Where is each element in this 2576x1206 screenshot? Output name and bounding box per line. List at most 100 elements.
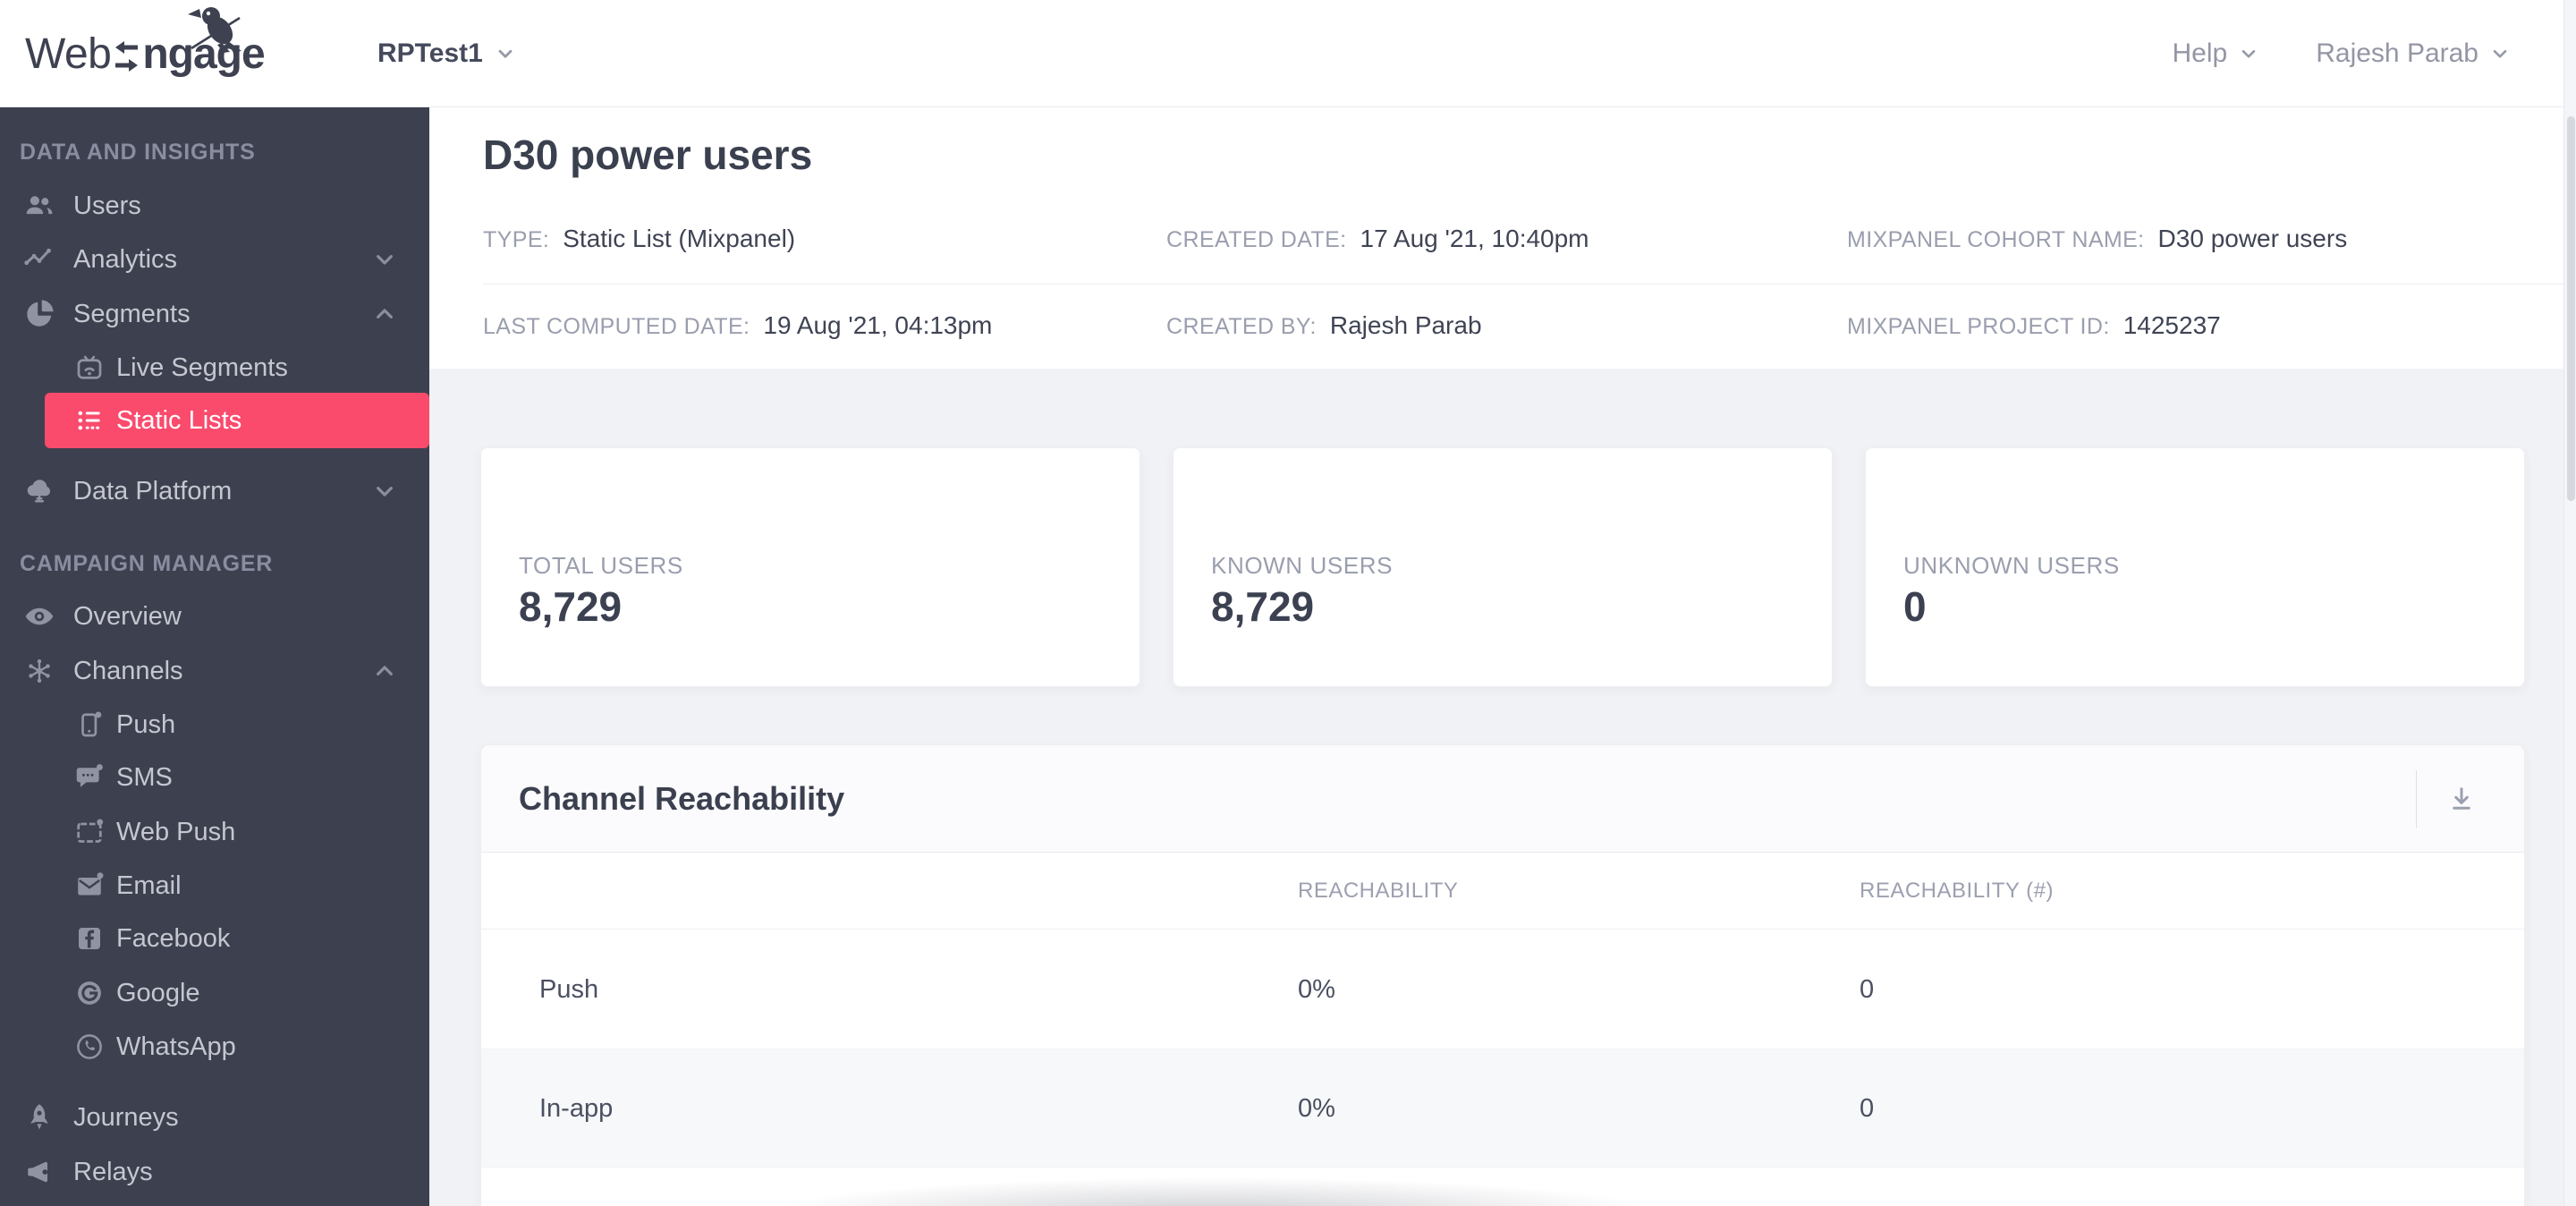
relays-megaphone-icon — [23, 1156, 55, 1188]
meta-value: D30 power users — [2157, 225, 2348, 252]
users-icon — [23, 190, 55, 222]
project-switcher[interactable]: RPTest1 — [377, 0, 517, 107]
meta-cohort-name: MIXPANEL COHORT NAME: D30 power users — [1847, 225, 2347, 253]
table-row-push: Push 0% 0 — [481, 930, 2524, 1049]
stat-label: UNKNOWN USERS — [1903, 552, 2120, 579]
user-menu[interactable]: Rajesh Parab — [2316, 38, 2512, 69]
meta-label: CREATED DATE: — [1166, 227, 1347, 252]
table-row-in-app: In-app 0% 0 — [481, 1049, 2524, 1168]
chevron-up-icon — [370, 300, 399, 328]
chevron-down-icon — [2493, 49, 2507, 58]
meta-value: Static List (Mixpanel) — [563, 225, 796, 252]
web-push-browser-icon — [73, 816, 106, 848]
sms-chat-icon — [73, 761, 106, 794]
meta-divider — [483, 284, 2576, 285]
table-row-partial — [481, 1168, 2524, 1206]
sidebar-item-relays[interactable]: Relays — [0, 1145, 429, 1199]
static-lists-icon — [73, 404, 106, 437]
chevron-down-icon — [498, 49, 513, 58]
analytics-icon — [23, 243, 55, 276]
reachability-num: 0 — [1860, 975, 1875, 1004]
email-envelope-icon — [73, 870, 106, 902]
sidebar-item-label: Overview — [73, 602, 182, 631]
reachability-pct: 0% — [1298, 1094, 1335, 1123]
meta-label: TYPE: — [483, 227, 550, 252]
table-column-headers: REACHABILITY REACHABILITY (#) — [481, 853, 2524, 930]
panel-header: Channel Reachability — [481, 745, 2524, 853]
stat-label: TOTAL USERS — [519, 552, 683, 579]
download-button[interactable] — [2436, 774, 2487, 824]
data-platform-cloud-icon — [23, 475, 55, 507]
chevron-down-icon — [2241, 49, 2256, 58]
meta-value: 1425237 — [2123, 311, 2221, 339]
sidebar-item-label: Analytics — [73, 245, 178, 274]
webengage-logo[interactable]: Web ngage — [25, 0, 266, 107]
chevron-down-icon — [370, 245, 399, 274]
sidebar-item-analytics[interactable]: Analytics — [0, 233, 429, 286]
push-phone-icon — [73, 709, 106, 741]
sidebar-item-label: Static Lists — [116, 406, 242, 435]
sidebar-item-whatsapp[interactable]: WhatsApp — [0, 1020, 429, 1074]
content-area: TOTAL USERS 8,729 KNOWN USERS 8,729 UNKN… — [429, 369, 2576, 1206]
stat-value: 0 — [1903, 583, 1927, 630]
meta-value: Rajesh Parab — [1329, 311, 1482, 339]
sidebar-item-label: Web Push — [116, 818, 236, 846]
vertical-divider — [2416, 770, 2417, 828]
topbar: Web ngage RPTest1 Help Rajesh Parab — [0, 0, 2576, 107]
sidebar-item-data-platform[interactable]: Data Platform — [0, 464, 429, 518]
channel-name: In-app — [539, 1094, 614, 1123]
chevron-down-icon — [370, 477, 399, 505]
project-name: RPTest1 — [377, 38, 483, 68]
topbar-right: Help Rajesh Parab — [2173, 0, 2512, 107]
reachability-pct: 0% — [1298, 975, 1335, 1004]
sidebar-item-label: Google — [116, 979, 200, 1007]
sidebar-item-static-lists[interactable]: Static Lists — [45, 393, 429, 448]
download-icon — [2453, 787, 2470, 810]
sidebar-item-label: Email — [116, 871, 182, 900]
meta-value: 17 Aug '21, 10:40pm — [1360, 225, 1589, 252]
journeys-rocket-icon — [23, 1101, 55, 1134]
scrollbar-thumb[interactable] — [2567, 116, 2575, 501]
meta-label: MIXPANEL PROJECT ID: — [1847, 314, 2110, 339]
panel-title: Channel Reachability — [519, 780, 845, 817]
sidebar-item-label: Push — [116, 710, 176, 739]
stat-label: KNOWN USERS — [1211, 552, 1394, 579]
sidebar-item-segments[interactable]: Segments — [0, 287, 429, 341]
sidebar-item-email[interactable]: Email — [0, 859, 429, 913]
meta-project-id: MIXPANEL PROJECT ID: 1425237 — [1847, 311, 2221, 340]
help-menu[interactable]: Help — [2173, 38, 2261, 69]
sidebar-item-web-push[interactable]: Web Push — [0, 805, 429, 859]
stat-value: 8,729 — [519, 583, 623, 630]
facebook-icon — [73, 922, 106, 955]
sidebar-item-label: Relays — [73, 1158, 153, 1186]
meta-last-computed: LAST COMPUTED DATE: 19 Aug '21, 04:13pm — [483, 311, 992, 340]
sidebar-item-label: Channels — [73, 657, 183, 685]
stat-card-total-users: TOTAL USERS 8,729 — [480, 447, 1140, 687]
sidebar-item-channels[interactable]: Channels — [0, 644, 429, 698]
sidebar-item-label: Users — [73, 191, 141, 220]
sidebar-item-facebook[interactable]: Facebook — [0, 912, 429, 965]
sidebar-item-label: SMS — [116, 763, 173, 792]
sidebar-item-label: Segments — [73, 300, 191, 328]
eye-icon — [23, 600, 55, 633]
chevron-up-icon — [370, 657, 399, 685]
main-content: D30 power users TYPE: Static List (Mixpa… — [429, 107, 2576, 1206]
stat-card-unknown-users: UNKNOWN USERS 0 — [1865, 447, 2525, 687]
sidebar-item-label: Facebook — [116, 924, 231, 953]
stat-card-known-users: KNOWN USERS 8,729 — [1173, 447, 1833, 687]
column-header-reachability: REACHABILITY — [1298, 879, 1459, 903]
sidebar-item-google[interactable]: Google — [0, 966, 429, 1020]
sidebar-item-push[interactable]: Push — [0, 698, 429, 752]
sidebar-item-users[interactable]: Users — [0, 179, 429, 233]
meta-label: CREATED BY: — [1166, 314, 1317, 339]
sidebar-item-journeys[interactable]: Journeys — [0, 1091, 429, 1144]
sidebar-item-sms[interactable]: SMS — [0, 751, 429, 804]
google-icon — [73, 977, 106, 1009]
sidebar-item-live-segments[interactable]: Live Segments — [0, 341, 429, 395]
live-segments-icon — [73, 352, 106, 384]
webengage-app: Web ngage RPTest1 Help Rajesh Parab DATA… — [0, 0, 2576, 1206]
meta-created-date: CREATED DATE: 17 Aug '21, 10:40pm — [1166, 225, 1589, 253]
sidebar-item-overview[interactable]: Overview — [0, 590, 429, 643]
whatsapp-icon — [73, 1031, 106, 1063]
logo-arrows-icon — [115, 41, 139, 72]
